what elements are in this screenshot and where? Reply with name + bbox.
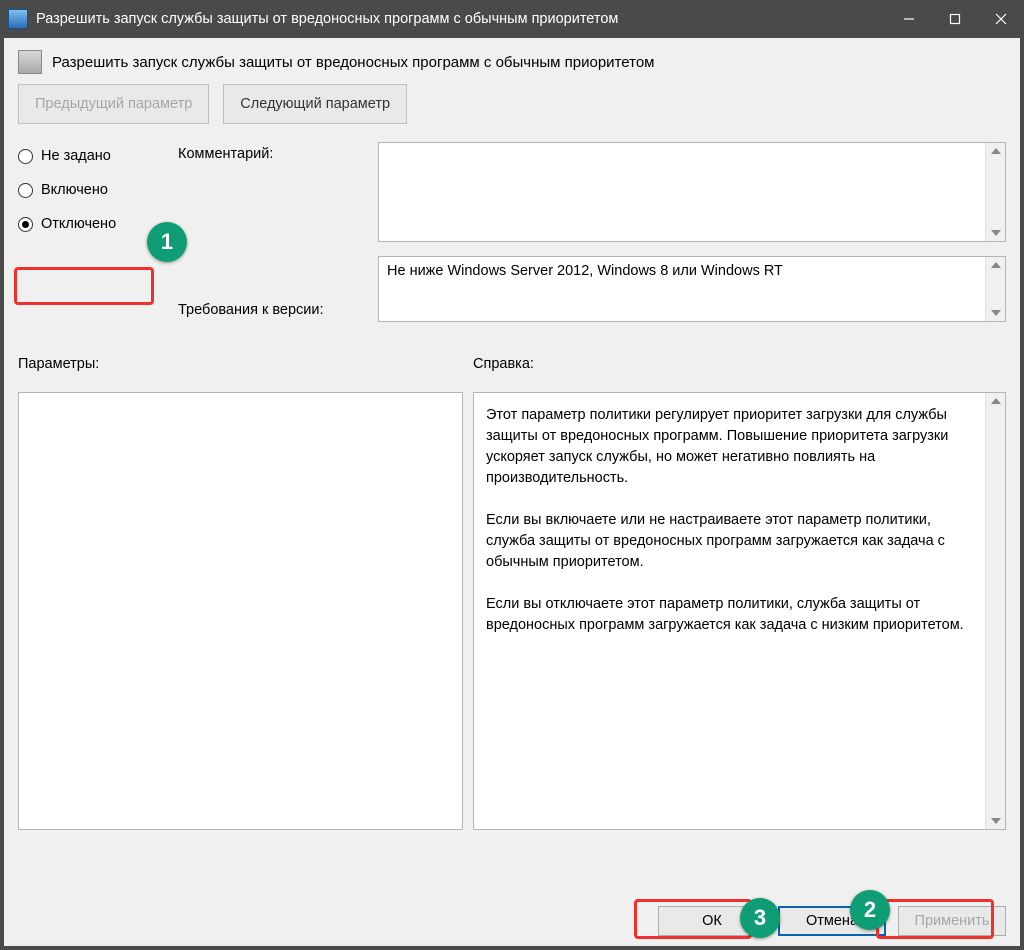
titlebar[interactable]: Разрешить запуск службы защиты от вредон… — [0, 0, 1024, 38]
scrollbar[interactable] — [985, 257, 1005, 321]
scrollbar[interactable] — [985, 393, 1005, 829]
help-text: Этот параметр политики регулирует приори… — [486, 405, 979, 636]
radio-disabled[interactable]: Отключено — [18, 216, 178, 232]
comment-textarea[interactable] — [378, 142, 1006, 242]
supported-text: Не ниже Windows Server 2012, Windows 8 и… — [387, 263, 783, 279]
window-title: Разрешить запуск службы защиты от вредон… — [36, 11, 886, 27]
page-title: Разрешить запуск службы защиты от вредон… — [52, 54, 654, 71]
supported-label: Требования к версии: — [178, 298, 378, 318]
minimize-button[interactable] — [886, 0, 932, 38]
previous-setting-button[interactable]: Предыдущий параметр — [18, 84, 209, 124]
options-panel — [18, 392, 463, 830]
radio-icon — [18, 183, 33, 198]
radio-icon — [18, 149, 33, 164]
client-area: Разрешить запуск службы защиты от вредон… — [4, 38, 1020, 946]
radio-not-configured[interactable]: Не задано — [18, 148, 178, 164]
scrollbar[interactable] — [985, 143, 1005, 241]
radio-label: Отключено — [41, 216, 116, 232]
help-panel: Этот параметр политики регулирует приори… — [473, 392, 1006, 830]
ok-button[interactable]: ОК — [658, 906, 766, 936]
options-label: Параметры: — [18, 356, 473, 372]
window-icon — [8, 9, 28, 29]
radio-label: Не задано — [41, 148, 111, 164]
apply-button[interactable]: Применить — [898, 906, 1006, 936]
cancel-button[interactable]: Отмена — [778, 906, 886, 936]
maximize-button[interactable] — [932, 0, 978, 38]
radio-enabled[interactable]: Включено — [18, 182, 178, 198]
radio-icon — [18, 217, 33, 232]
comment-label: Комментарий: — [178, 142, 378, 162]
next-setting-button[interactable]: Следующий параметр — [223, 84, 407, 124]
help-label: Справка: — [473, 356, 534, 372]
close-button[interactable] — [978, 0, 1024, 38]
policy-icon — [18, 50, 42, 74]
supported-box: Не ниже Windows Server 2012, Windows 8 и… — [378, 256, 1006, 322]
radio-label: Включено — [41, 182, 108, 198]
